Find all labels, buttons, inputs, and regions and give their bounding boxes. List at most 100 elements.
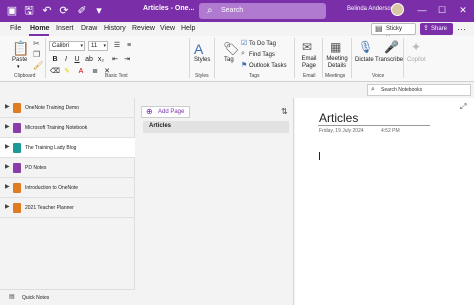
increase-indent-icon[interactable]: ⇥: [122, 55, 132, 65]
decrease-indent-icon[interactable]: ⇤: [110, 55, 120, 65]
chevron-right-icon[interactable]: ▶: [5, 103, 10, 110]
notebook-icon: [13, 183, 21, 193]
search-label: Search: [221, 7, 244, 14]
align-icon[interactable]: ≣: [90, 67, 100, 77]
styles-group-label: Styles: [195, 73, 209, 79]
italic-icon[interactable]: I: [61, 55, 71, 65]
divider: [294, 38, 295, 78]
chevron-right-icon[interactable]: ▶: [5, 203, 10, 210]
bold-icon[interactable]: B: [50, 55, 60, 65]
notebook-item[interactable]: ▶ OneNote Training Demo: [0, 98, 135, 118]
expand-icon[interactable]: ⤢: [460, 102, 466, 112]
onenote-logo-icon: ▣: [6, 5, 18, 17]
share-icon: ⇪: [423, 25, 429, 32]
close-button[interactable]: ✕: [456, 5, 470, 16]
chevron-right-icon[interactable]: ▶: [5, 163, 10, 170]
tab-review[interactable]: Review: [132, 25, 155, 32]
tag-icon[interactable]: 🏷: [223, 41, 240, 57]
checkbox-icon: ☑: [241, 40, 248, 47]
meeting-details-button[interactable]: Meeting Details: [325, 56, 349, 70]
underline-icon[interactable]: U: [72, 55, 82, 65]
cut-icon[interactable]: ✂: [33, 39, 40, 48]
search-notebooks-input[interactable]: ⌕ Search Notebooks: [367, 84, 471, 96]
font-size-select[interactable]: 11 ▾: [88, 41, 108, 51]
calendar-icon[interactable]: ▦: [330, 40, 341, 54]
text-cursor: [319, 152, 320, 160]
notebook-name: OneNote Training Demo: [25, 105, 79, 111]
transcribe-icon[interactable]: 🎤: [384, 40, 399, 54]
add-page-button[interactable]: ⊕ Add Page: [141, 106, 190, 118]
subscript-icon[interactable]: x₂: [96, 55, 106, 65]
paste-dropdown-icon[interactable]: ▾: [17, 64, 20, 70]
tag-button[interactable]: Tag: [224, 57, 234, 63]
search-icon: ⌕: [207, 5, 213, 16]
notebook-icon: [13, 103, 21, 113]
page-title[interactable]: Articles: [319, 111, 358, 125]
tab-view[interactable]: View: [160, 25, 175, 32]
font-size-value: 11: [91, 43, 98, 49]
maximize-button[interactable]: ☐: [435, 5, 449, 16]
basic-text-group-label: Basic Text: [105, 73, 128, 79]
highlight-icon[interactable]: ✎: [62, 67, 72, 77]
copy-icon[interactable]: ❐: [33, 50, 40, 59]
title-bar: ▣ 🖫 ↶ ⟳ ✐ ▾ Articles - One... ⌕ Search B…: [0, 0, 474, 22]
save-icon[interactable]: 🖫: [22, 4, 36, 18]
chevron-right-icon[interactable]: ▶: [5, 143, 10, 150]
notebook-item[interactable]: ▶ Microsoft Training Notebook: [0, 118, 135, 138]
tab-insert[interactable]: Insert: [56, 25, 74, 32]
font-family-select[interactable]: Calibri ▾: [49, 41, 85, 51]
add-page-icon: ⊕: [146, 107, 153, 116]
more-options-icon[interactable]: ⋯: [457, 24, 466, 35]
search-box[interactable]: ⌕ Search: [199, 3, 326, 19]
divider: [189, 38, 190, 78]
notebook-item[interactable]: ▶ 2021 Teacher Planner: [0, 198, 135, 218]
microphone-icon[interactable]: 🎙: [358, 40, 373, 54]
minimize-button[interactable]: —: [415, 5, 429, 15]
chevron-right-icon[interactable]: ▶: [5, 183, 10, 190]
notebook-item[interactable]: ▶ PD Notes: [0, 158, 135, 178]
transcribe-button[interactable]: Transcribe: [375, 57, 403, 63]
strikethrough-icon[interactable]: ab: [84, 55, 94, 65]
tab-history[interactable]: History: [104, 25, 126, 32]
copilot-icon[interactable]: ✦: [411, 40, 421, 54]
tab-file[interactable]: File: [10, 25, 21, 32]
format-painter-icon[interactable]: 🖌: [33, 61, 43, 70]
notebook-name: Microsoft Training Notebook: [25, 125, 88, 131]
paste-icon[interactable]: 📋: [12, 40, 29, 57]
avatar[interactable]: [391, 3, 404, 16]
font-color-icon[interactable]: A: [76, 67, 86, 77]
notebook-icon: [13, 123, 21, 133]
tab-draw[interactable]: Draw: [81, 25, 97, 32]
format-painter-qa-icon[interactable]: ✐: [75, 4, 89, 18]
outlook-tasks-button[interactable]: Outlook Tasks: [249, 63, 287, 69]
share-button[interactable]: ⇪ Share: [420, 23, 453, 35]
styles-icon[interactable]: A: [194, 41, 203, 57]
divider: [214, 38, 215, 78]
email-page-button[interactable]: Email Page: [300, 56, 318, 70]
sticky-notes-button[interactable]: ▤ Sticky Notes: [371, 23, 416, 42]
notebook-item-active[interactable]: ▶ The Training Lady Blog: [0, 138, 135, 158]
numbering-icon[interactable]: ≡: [124, 41, 134, 51]
tab-home[interactable]: Home: [30, 25, 49, 32]
page-list-item[interactable]: Articles: [143, 121, 289, 133]
copilot-button[interactable]: Copilot: [407, 57, 426, 63]
sync-icon[interactable]: ⟳: [57, 4, 71, 18]
quick-notes[interactable]: ▤ Quick Notes: [0, 289, 135, 305]
find-tags-button[interactable]: Find Tags: [249, 52, 275, 58]
styles-button[interactable]: Styles: [194, 57, 210, 63]
clear-formatting-icon[interactable]: ⌫: [50, 67, 60, 77]
bullets-icon[interactable]: ☰: [112, 41, 122, 51]
email-icon[interactable]: ✉: [302, 40, 312, 54]
quick-notes-icon: ▤: [9, 294, 15, 300]
more-commands-icon[interactable]: ▾: [92, 4, 106, 18]
sort-icon[interactable]: ⇅: [281, 107, 288, 116]
notebook-item[interactable]: ▶ Introduction to OneNote: [0, 178, 135, 198]
user-name[interactable]: Belinda Anderson: [347, 6, 394, 12]
todo-tag-button[interactable]: To Do Tag: [249, 41, 276, 47]
paste-button[interactable]: Paste: [12, 57, 27, 63]
dictate-button[interactable]: Dictate: [355, 57, 374, 63]
undo-icon[interactable]: ↶: [40, 4, 54, 18]
chevron-right-icon[interactable]: ▶: [5, 123, 10, 130]
tab-help[interactable]: Help: [181, 25, 195, 32]
search-icon: ⌕: [371, 86, 375, 93]
